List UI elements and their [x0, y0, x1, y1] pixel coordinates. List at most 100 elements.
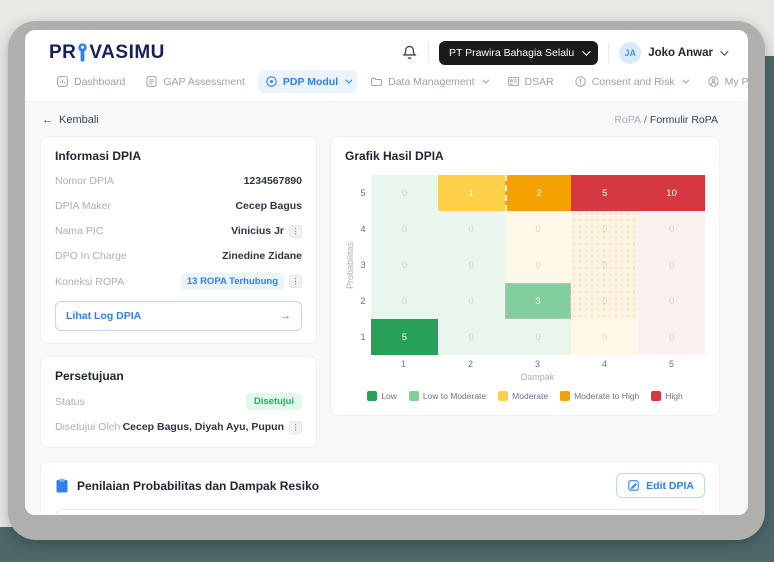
- clipboard-icon: [55, 478, 69, 493]
- penilaian-card: Penilaian Probabilitas dan Dampak Resiko…: [40, 461, 720, 515]
- more-icon[interactable]: ⋮: [289, 275, 302, 288]
- divider: [428, 43, 429, 63]
- heatmap-cell-p4-d4: 0: [571, 211, 638, 247]
- info-row-label: DPO In Charge: [55, 250, 127, 262]
- chart-legend: LowLow to ModerateModerateModerate to Hi…: [345, 391, 705, 401]
- info-row: Nomor DPIA1234567890: [55, 173, 302, 189]
- nav-item-gap-assessment[interactable]: GAP Assessment: [138, 70, 252, 93]
- breadcrumb-row: ← Kembali RoPA/Formulir RoPA: [42, 114, 718, 126]
- nav-item-dashboard[interactable]: Dashboard: [49, 70, 132, 93]
- nav-item-dsar[interactable]: DSAR: [500, 70, 561, 93]
- notification-bell-icon[interactable]: [401, 44, 418, 61]
- legend-swatch: [409, 391, 419, 401]
- heatmap-cell-p5-d4: 5: [571, 175, 638, 211]
- breadcrumb-current: Formulir RoPA: [650, 114, 718, 126]
- more-icon[interactable]: ⋮: [289, 225, 302, 238]
- y-axis-ticks: 54321: [355, 175, 371, 355]
- main-nav: Dashboard GAP Assessment PDP Modul Data Man…: [25, 68, 748, 102]
- divider: [608, 43, 609, 63]
- app-window: PR VASIMU PT Prawira Bahagia Selalu JA: [25, 30, 748, 515]
- nav-item-label: My Privasimu: [725, 76, 748, 88]
- legend-label: High: [665, 391, 682, 401]
- heatmap-cell-p2-d5: 0: [638, 283, 705, 319]
- heatmap-cell-p1-d3: 0: [505, 319, 572, 355]
- info-row-value: Cecep Bagus: [235, 200, 302, 212]
- heatmap-cell-p5-d3: 2: [505, 175, 572, 211]
- persetujuan-card: Persetujuan Status Disetujui Disetujui O…: [40, 356, 317, 448]
- lihat-log-dpia-button[interactable]: Lihat Log DPIA →: [55, 301, 302, 331]
- heatmap-cell-p1-d2: 0: [438, 319, 505, 355]
- persetujuan-title: Persetujuan: [55, 369, 302, 383]
- consent-risk-icon: [574, 75, 587, 88]
- x-tick: 5: [638, 359, 705, 369]
- penilaian-header: Penilaian Probabilitas dan Dampak Resiko: [55, 478, 319, 493]
- ropa-link-badge[interactable]: 13 ROPA Terhubung: [181, 273, 284, 290]
- nav-item-label: GAP Assessment: [163, 76, 245, 88]
- info-row-value: Vinicius Jr: [231, 225, 284, 237]
- pdp-modul-icon: [265, 75, 278, 88]
- info-row: DPO In Charge Zinedine Zidane: [55, 248, 302, 264]
- heatmap-cell-p3-d4: 0: [571, 247, 638, 283]
- heatmap-grid: 01251000000000000030050000: [371, 175, 705, 355]
- x-tick: 4: [571, 359, 638, 369]
- heatmap-cell-p2-d2: 0: [438, 283, 505, 319]
- legend-swatch: [651, 391, 661, 401]
- heatmap-cell-p3-d1: 0: [371, 247, 438, 283]
- info-row-label: DPIA Maker: [55, 200, 111, 212]
- legend-swatch: [367, 391, 377, 401]
- heatmap-cell-p2-d3: 3: [505, 283, 572, 319]
- y-tick: 2: [355, 283, 371, 319]
- nav-item-label: Consent and Risk: [592, 76, 675, 88]
- informasi-dpia-title: Informasi DPIA: [55, 149, 302, 163]
- heatmap-cell-p1-d1: 5: [371, 319, 438, 355]
- data-management-icon: [370, 75, 383, 88]
- info-row-value: Zinedine Zidane: [222, 250, 302, 262]
- nav-item-consent-and-risk[interactable]: Consent and Risk: [567, 70, 694, 93]
- company-selector[interactable]: PT Prawira Bahagia Selalu: [439, 41, 598, 65]
- logo-text-pre: PR: [49, 42, 76, 64]
- heatmap-cell-p1-d4: 0: [571, 319, 638, 355]
- legend-label: Low: [381, 391, 397, 401]
- y-tick: 5: [355, 175, 371, 211]
- edit-dpia-label: Edit DPIA: [646, 480, 694, 492]
- informasi-dpia-card: Informasi DPIA Nomor DPIA1234567890 DPIA …: [40, 136, 317, 344]
- nav-item-data-management[interactable]: Data Management: [363, 70, 493, 93]
- info-row: DPIA Maker Cecep Bagus: [55, 198, 302, 214]
- edit-dpia-button[interactable]: Edit DPIA: [616, 473, 705, 498]
- user-menu[interactable]: JA Joko Anwar: [619, 42, 726, 64]
- privasimu-logo: PR VASIMU: [49, 42, 165, 64]
- legend-item: Low: [367, 391, 397, 401]
- info-row-label: Nomor DPIA: [55, 175, 114, 187]
- arrow-right-icon: →: [281, 310, 292, 322]
- chevron-down-icon: [720, 47, 728, 55]
- breadcrumb-parent[interactable]: RoPA: [614, 114, 641, 126]
- legend-label: Low to Moderate: [423, 391, 486, 401]
- y-tick: 4: [355, 211, 371, 247]
- my-privasimu-icon: [707, 75, 720, 88]
- screenshot-stage: PR VASIMU PT Prawira Bahagia Selalu JA: [0, 0, 774, 562]
- more-icon[interactable]: ⋮: [289, 421, 302, 434]
- nav-item-pdp-modul[interactable]: PDP Modul: [258, 70, 357, 93]
- grafik-hasil-dpia-card: Grafik Hasil DPIA Probabilitas 54321 012…: [330, 136, 720, 416]
- x-tick: 2: [437, 359, 504, 369]
- key-icon: [77, 43, 88, 62]
- legend-item: Low to Moderate: [409, 391, 486, 401]
- legend-item: Moderate to High: [560, 391, 639, 401]
- user-name: Joko Anwar: [648, 47, 713, 59]
- question-card: Pertanyaan 1 Komentar Apakah organisasi …: [55, 509, 705, 515]
- info-row-label: Koneksi ROPA: [55, 276, 124, 288]
- content-area: ← Kembali RoPA/Formulir RoPA Informasi D…: [25, 102, 748, 515]
- gap-assessment-icon: [145, 75, 158, 88]
- heatmap-cell-p3-d5: 0: [638, 247, 705, 283]
- y-tick: 3: [355, 247, 371, 283]
- legend-swatch: [498, 391, 508, 401]
- legend-item: High: [651, 391, 682, 401]
- legend-label: Moderate to High: [574, 391, 639, 401]
- dsar-icon: [507, 75, 520, 88]
- back-link[interactable]: ← Kembali: [42, 114, 99, 126]
- nav-item-my-privasimu[interactable]: My Privasimu: [700, 70, 748, 93]
- back-label: Kembali: [59, 114, 99, 126]
- heatmap-cell-p3-d3: 0: [505, 247, 572, 283]
- avatar: JA: [619, 42, 641, 64]
- approved-by-label: Disetujui Oleh: [55, 421, 120, 433]
